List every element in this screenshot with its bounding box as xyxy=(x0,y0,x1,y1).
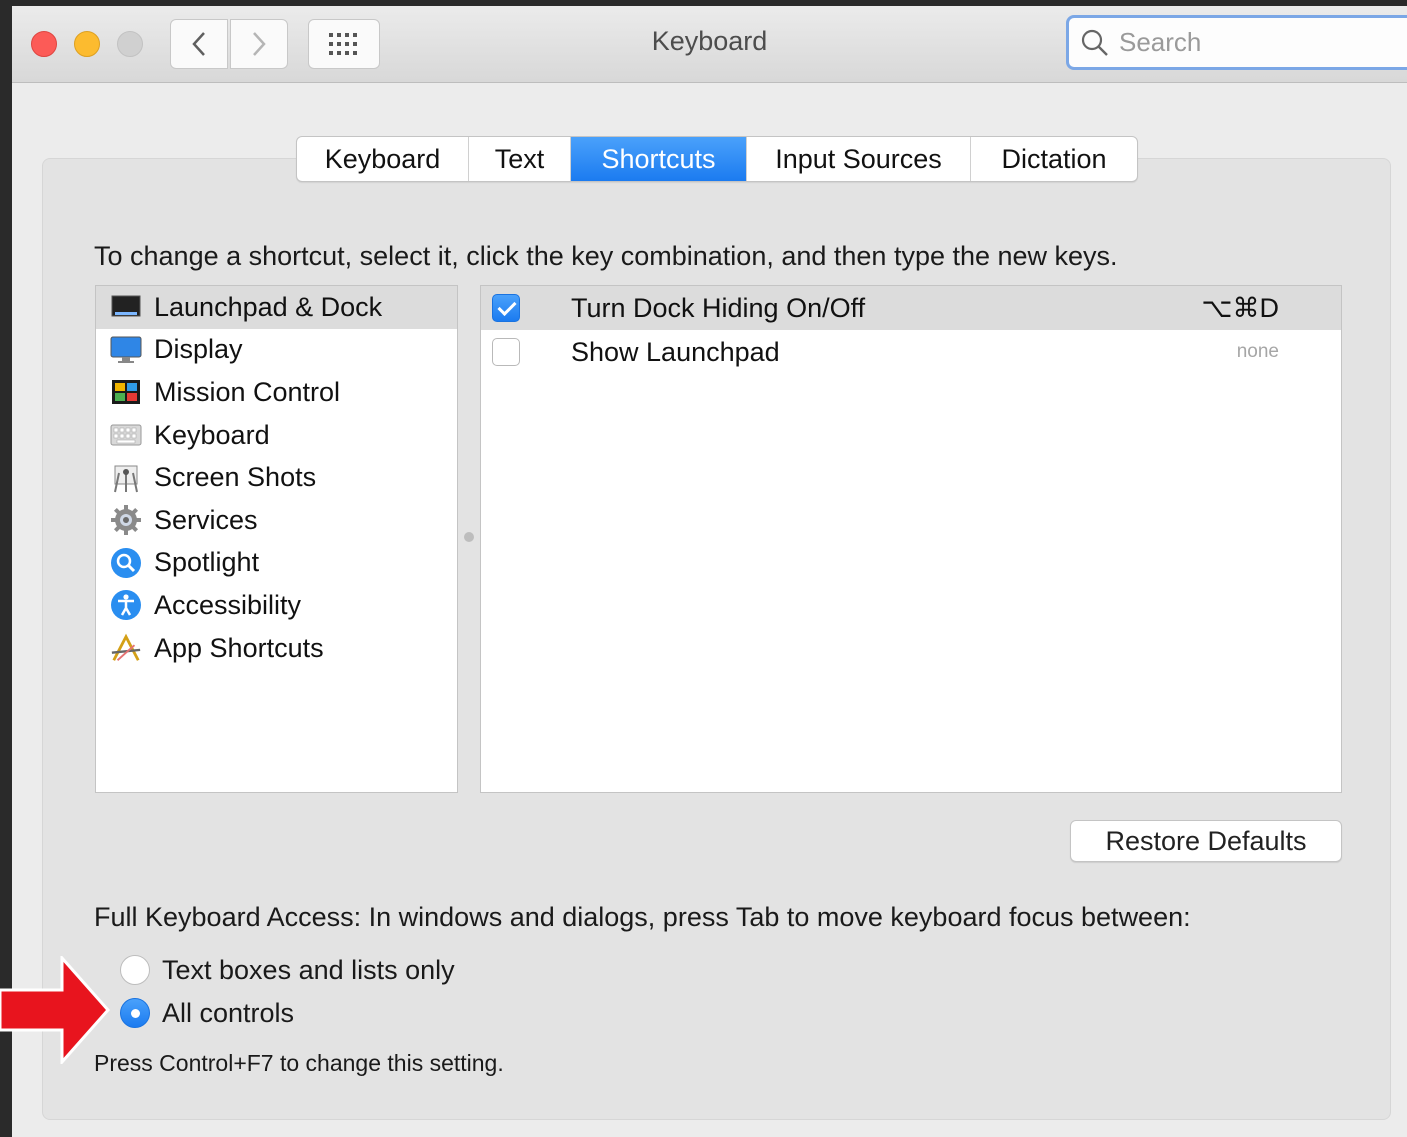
search-input[interactable] xyxy=(1117,26,1381,59)
accessibility-icon xyxy=(110,589,142,621)
category-launchpad-dock[interactable]: Launchpad & Dock xyxy=(96,286,457,329)
category-app-shortcuts[interactable]: App Shortcuts xyxy=(96,627,457,670)
category-label: Display xyxy=(154,334,243,365)
shortcut-name: Turn Dock Hiding On/Off xyxy=(571,292,866,323)
shortcut-key[interactable]: none xyxy=(1237,341,1279,363)
app-shortcuts-icon xyxy=(110,632,142,664)
title-bar: Keyboard xyxy=(12,6,1407,83)
tab-input-sources[interactable]: Input Sources xyxy=(747,137,971,181)
split-view-handle[interactable] xyxy=(464,532,474,542)
category-spotlight[interactable]: Spotlight xyxy=(96,542,457,585)
category-label: App Shortcuts xyxy=(154,632,324,663)
shortcut-list[interactable]: Turn Dock Hiding On/Off ⌥⌘D Show Launchp… xyxy=(480,285,1342,793)
red-arrow-annotation xyxy=(0,956,111,1064)
spotlight-icon xyxy=(110,547,142,579)
mission-control-icon xyxy=(110,376,142,408)
category-screen-shots[interactable]: Screen Shots xyxy=(96,456,457,499)
restore-defaults-button[interactable]: Restore Defaults xyxy=(1070,820,1342,862)
radio-button[interactable] xyxy=(120,998,150,1028)
search-field[interactable] xyxy=(1066,15,1407,70)
category-services[interactable]: Services xyxy=(96,499,457,542)
screen-shots-icon xyxy=(110,462,142,494)
preferences-window: Keyboard Keyboard Text Shortcuts Input S… xyxy=(12,6,1407,1137)
tab-shortcuts[interactable]: Shortcuts xyxy=(571,137,747,181)
category-label: Services xyxy=(154,504,258,535)
category-label: Screen Shots xyxy=(154,462,317,493)
category-label: Accessibility xyxy=(154,589,302,620)
radio-text-boxes-lists[interactable]: Text boxes and lists only xyxy=(120,952,455,988)
tab-bar: Keyboard Text Shortcuts Input Sources Di… xyxy=(296,136,1138,182)
category-label: Mission Control xyxy=(154,376,341,407)
category-label: Launchpad & Dock xyxy=(154,291,383,322)
hint-text: Press Control+F7 to change this setting. xyxy=(94,1050,504,1076)
shortcut-row-turn-dock-hiding[interactable]: Turn Dock Hiding On/Off ⌥⌘D xyxy=(481,286,1341,330)
shortcut-name: Show Launchpad xyxy=(571,336,780,367)
category-list[interactable]: Launchpad & Dock Display Mission Control… xyxy=(95,285,458,793)
shortcut-enable-checkbox[interactable] xyxy=(492,294,520,322)
search-icon xyxy=(1081,29,1108,56)
shortcut-enable-checkbox[interactable] xyxy=(492,338,520,366)
display-icon xyxy=(110,334,142,366)
radio-button[interactable] xyxy=(120,955,150,985)
category-display[interactable]: Display xyxy=(96,329,457,372)
category-keyboard[interactable]: Keyboard xyxy=(96,414,457,457)
category-mission-control[interactable]: Mission Control xyxy=(96,371,457,414)
radio-all-controls[interactable]: All controls xyxy=(120,995,294,1031)
tab-dictation[interactable]: Dictation xyxy=(971,137,1137,181)
gear-icon xyxy=(110,504,142,536)
instructions-text: To change a shortcut, select it, click t… xyxy=(94,241,1118,271)
category-label: Keyboard xyxy=(154,419,270,450)
keyboard-icon xyxy=(110,419,142,451)
tab-text[interactable]: Text xyxy=(469,137,571,181)
full-keyboard-access-label: Full Keyboard Access: In windows and dia… xyxy=(94,902,1191,932)
radio-label: All controls xyxy=(162,997,295,1028)
launchpad-dock-icon xyxy=(110,291,142,323)
category-accessibility[interactable]: Accessibility xyxy=(96,584,457,627)
radio-label: Text boxes and lists only xyxy=(162,954,455,985)
shortcut-key[interactable]: ⌥⌘D xyxy=(1201,293,1279,324)
category-label: Spotlight xyxy=(154,547,260,578)
shortcut-row-show-launchpad[interactable]: Show Launchpad none xyxy=(481,330,1341,374)
tab-keyboard[interactable]: Keyboard xyxy=(297,137,469,181)
